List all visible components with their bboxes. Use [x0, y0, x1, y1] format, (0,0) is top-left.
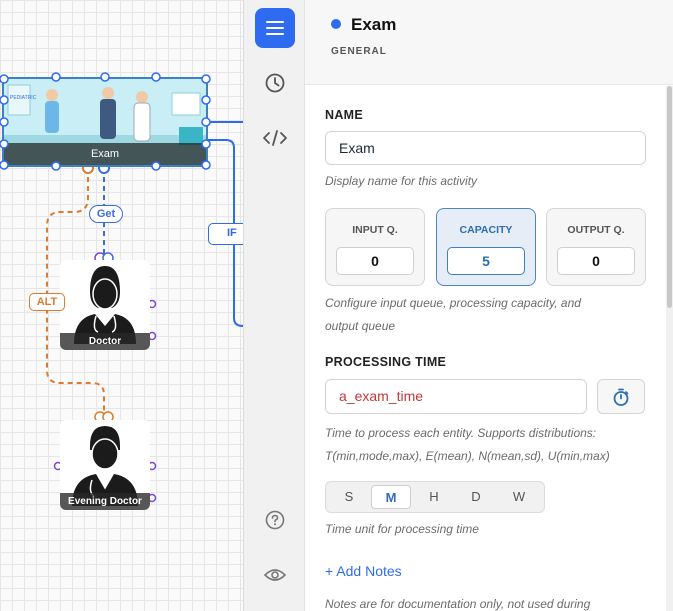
panel-header: Exam GENERAL [305, 0, 673, 85]
exam-selection-handles [0, 72, 211, 171]
menu-icon [266, 21, 284, 35]
capacity-box[interactable]: CAPACITY 5 [436, 208, 536, 286]
rail-help-button[interactable] [255, 500, 295, 540]
panel-subtitle: GENERAL [331, 46, 387, 57]
eye-icon [264, 569, 286, 581]
properties-panel: Exam GENERAL NAME Exam Display name for … [305, 0, 673, 611]
panel-scrollbar[interactable] [666, 86, 673, 611]
node-evening-doctor-label: Evening Doctor [60, 493, 150, 510]
name-input[interactable]: Exam [325, 131, 646, 165]
name-label: NAME [325, 108, 364, 122]
output-queue-input[interactable]: 0 [557, 247, 635, 275]
rail-code-button[interactable] [255, 118, 295, 158]
queue-help-line-2: output queue [325, 319, 396, 333]
panel-body: NAME Exam Display name for this activity… [305, 86, 665, 611]
output-queue-box[interactable]: OUTPUT Q. 0 [546, 208, 646, 286]
time-unit-h[interactable]: H [414, 485, 454, 509]
help-icon [265, 510, 285, 530]
stopwatch-icon [613, 388, 629, 406]
panel-title: Exam [351, 15, 397, 34]
time-unit-d[interactable]: D [456, 485, 496, 509]
notes-help: Notes are for documentation only, not us… [325, 597, 591, 611]
processing-time-help-line-1: Time to process each entity. Supports di… [325, 426, 597, 440]
name-help: Display name for this activity [325, 174, 478, 188]
time-unit-m[interactable]: M [371, 485, 411, 509]
input-queue-input[interactable]: 0 [336, 247, 414, 275]
distribution-picker-button[interactable] [597, 379, 645, 414]
output-queue-label: OUTPUT Q. [567, 224, 625, 236]
panel-scrollbar-thumb[interactable] [667, 86, 672, 308]
processing-time-input[interactable]: a_exam_time [325, 379, 587, 414]
node-doctor[interactable]: Doctor [60, 260, 150, 350]
processing-time-help-line-2: T(min,mode,max), E(mean), N(mean,sd), U(… [325, 449, 610, 463]
code-icon [263, 130, 287, 146]
edge-label-if[interactable]: IF [208, 223, 243, 245]
process-canvas[interactable]: PEDIATRIC Exam Doctor Evening Doctor Get… [0, 0, 243, 611]
time-unit-w[interactable]: W [499, 485, 539, 509]
rail-properties-button[interactable] [255, 8, 295, 48]
capacity-input[interactable]: 5 [447, 247, 525, 275]
capacity-label: CAPACITY [459, 224, 513, 236]
input-queue-box[interactable]: INPUT Q. 0 [325, 208, 425, 286]
node-evening-doctor[interactable]: Evening Doctor [60, 420, 150, 510]
queue-help-line-1: Configure input queue, processing capaci… [325, 296, 581, 310]
rail-history-button[interactable] [255, 63, 295, 103]
time-unit-help: Time unit for processing time [325, 522, 479, 536]
input-queue-label: INPUT Q. [352, 224, 398, 236]
edge-label-alt[interactable]: ALT [29, 293, 65, 311]
add-notes-link[interactable]: + Add Notes [325, 563, 402, 579]
edge-label-get[interactable]: Get [89, 205, 123, 223]
node-doctor-label: Doctor [60, 333, 150, 350]
time-unit-toggle: S M H D W [325, 481, 545, 513]
processing-time-label: PROCESSING TIME [325, 355, 447, 369]
time-unit-s[interactable]: S [329, 485, 369, 509]
clock-icon [265, 73, 285, 93]
rail-visibility-button[interactable] [255, 555, 295, 595]
status-dot [331, 19, 341, 29]
icon-rail [243, 0, 305, 611]
